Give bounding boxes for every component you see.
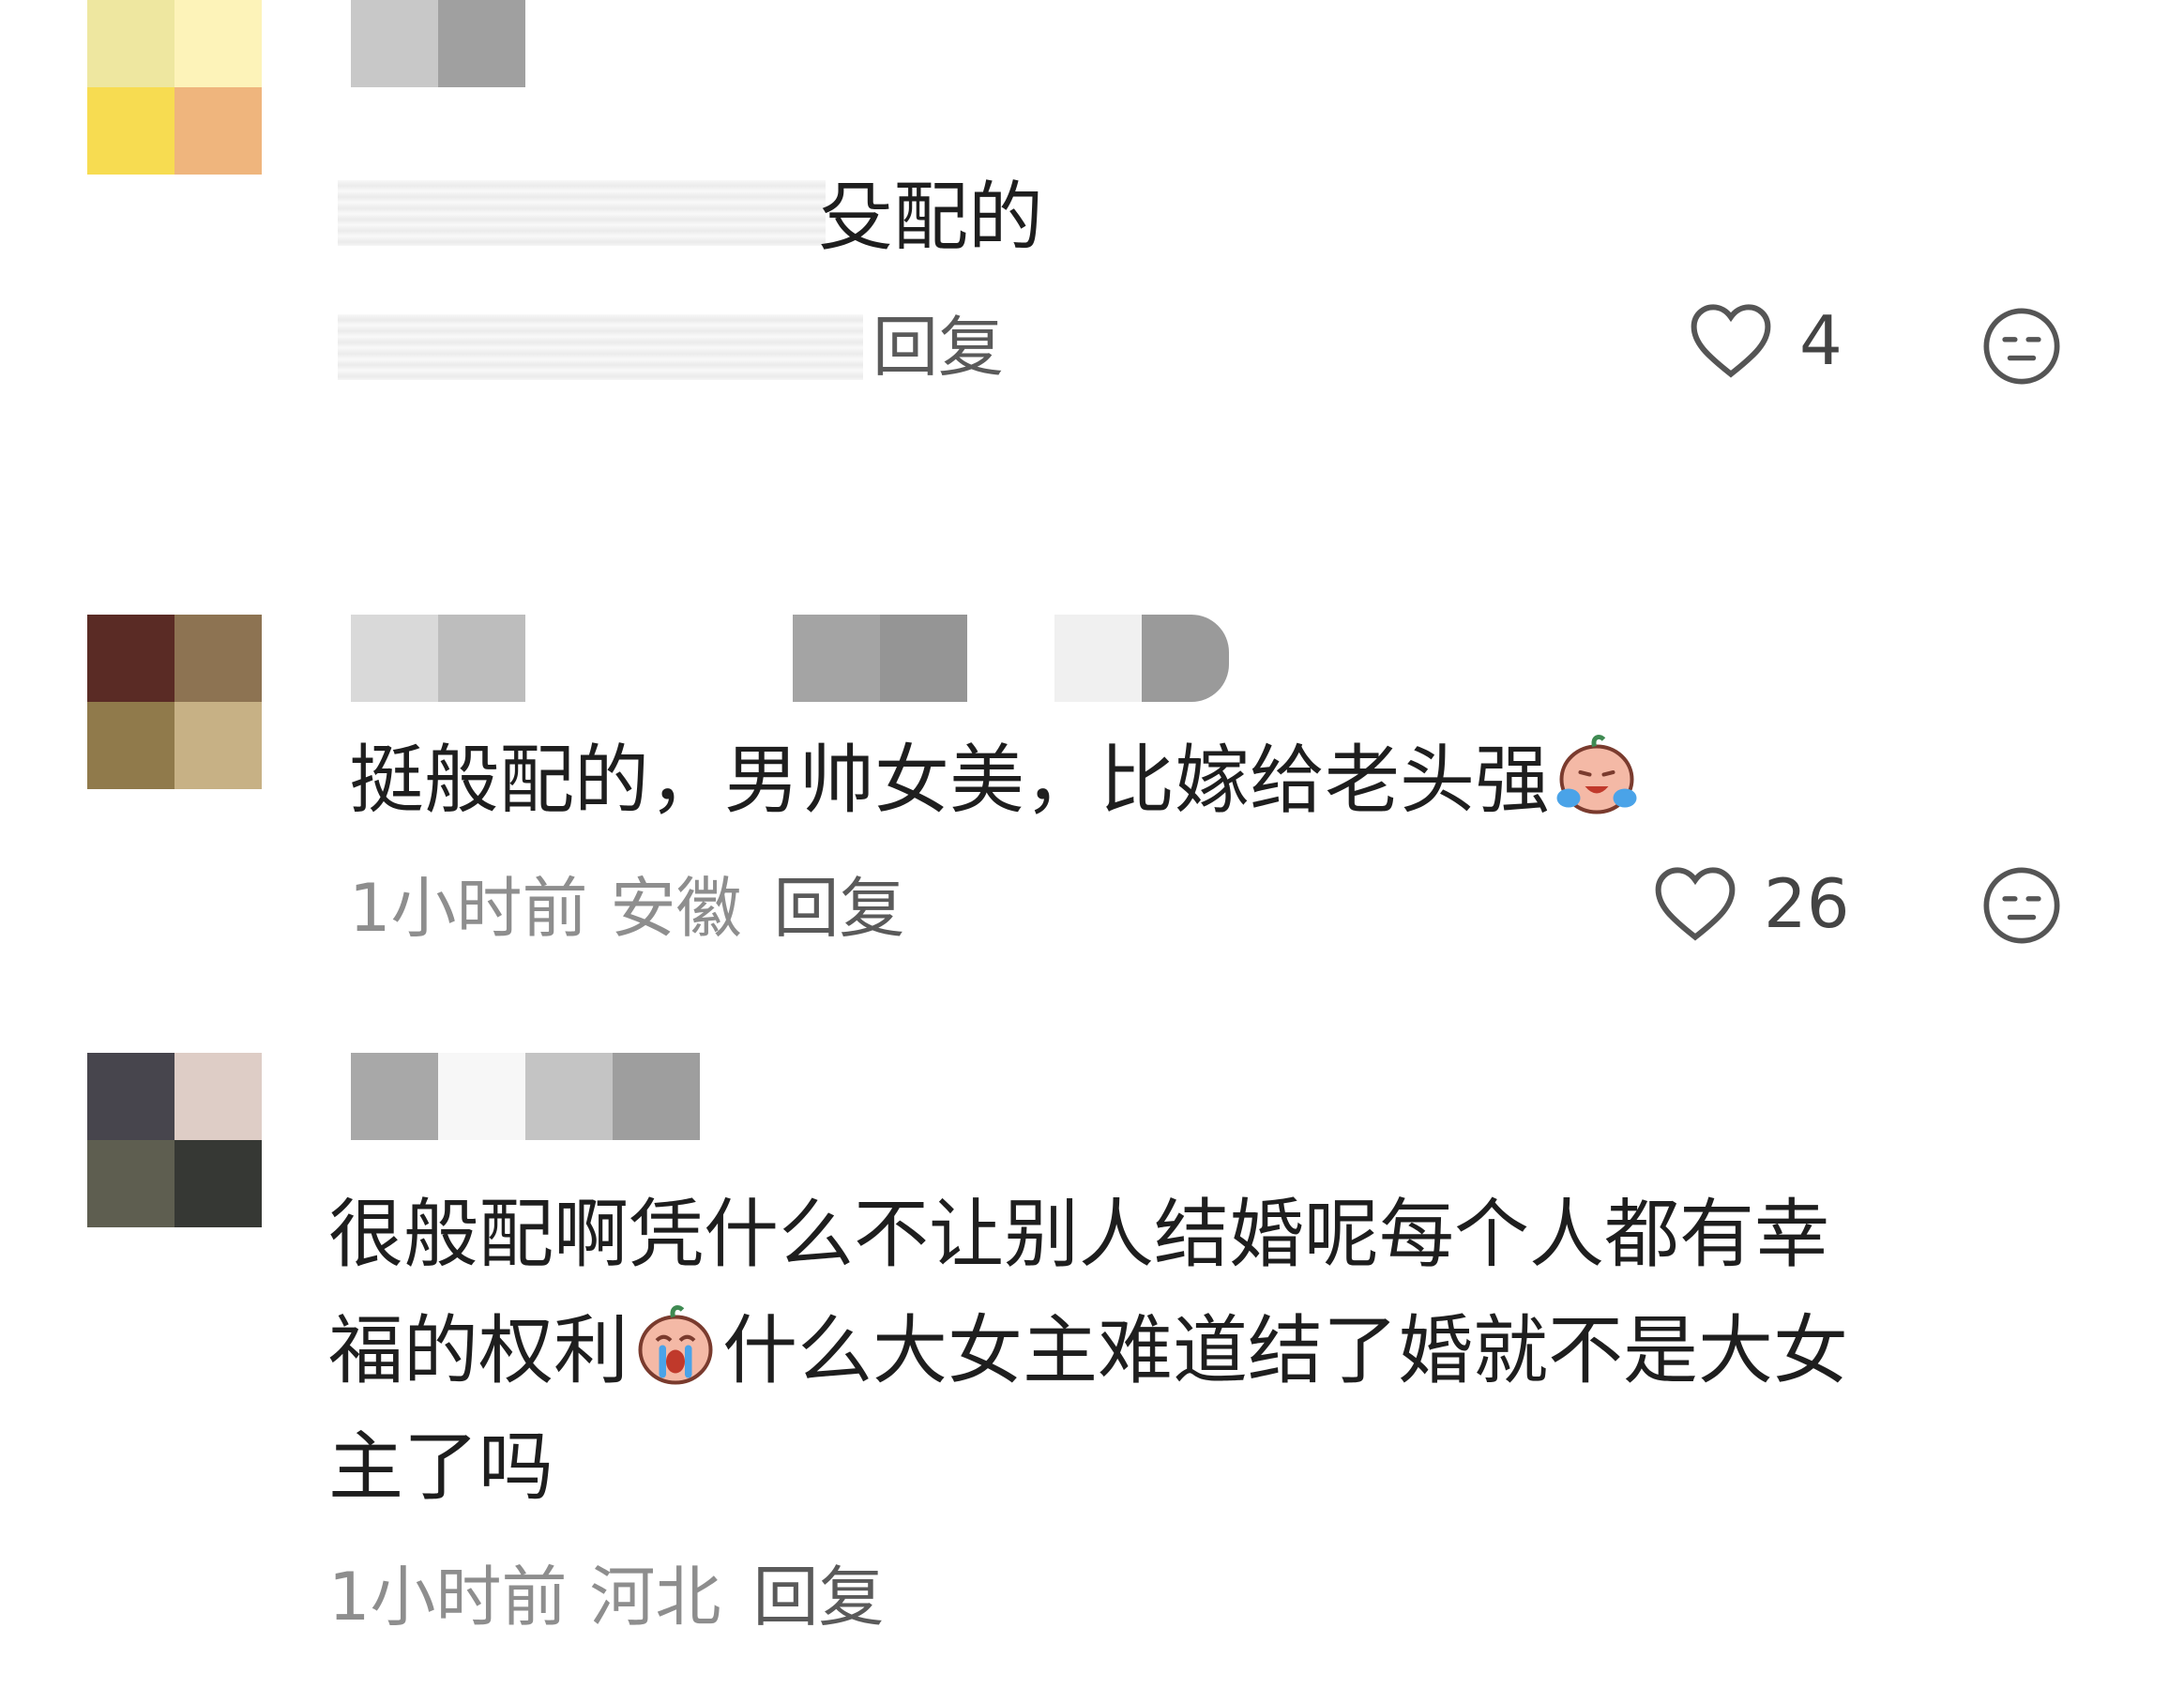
avatar-pixel	[87, 87, 174, 175]
name-pixel	[525, 615, 793, 702]
blurred-text	[338, 180, 826, 246]
comment-line: 很般配啊凭什么不让别人结婚呢每个人都有幸	[328, 1191, 1829, 1278]
neutral-face-icon[interactable]	[1981, 865, 2062, 946]
comment-segment: 什么大女主难道结了婚就不是大女	[722, 1307, 1848, 1394]
reply-link[interactable]: 回复	[872, 310, 1004, 385]
username-mosaic[interactable]	[351, 1053, 700, 1140]
neutral-face-icon[interactable]	[1981, 306, 2062, 387]
comment-text: 殳配的	[818, 174, 1043, 261]
name-pixel	[438, 0, 525, 87]
name-pixel	[525, 1053, 613, 1140]
avatar-pixel	[174, 87, 262, 175]
like-count: 26	[1764, 864, 1850, 943]
crying-emoji	[638, 1305, 713, 1385]
comment-segment: 福的权利	[328, 1307, 629, 1394]
blurred-meta	[338, 314, 863, 380]
name-pixel	[438, 615, 525, 702]
avatar[interactable]	[87, 1053, 262, 1227]
heart-outline-icon	[1691, 304, 1771, 378]
comment-text: 挺般配的，男帅女美，比嫁给老头强	[349, 723, 1644, 839]
name-pixel	[880, 615, 967, 702]
name-pixel	[438, 1053, 525, 1140]
avatar-pixel	[87, 1140, 174, 1227]
avatar-pixel	[174, 1140, 262, 1227]
avatar[interactable]	[87, 615, 262, 789]
like-button[interactable]: 4	[1689, 300, 1843, 381]
reply-button[interactable]: 回复	[753, 1559, 885, 1636]
username-mosaic[interactable]	[351, 0, 525, 87]
comment-location: 安徽	[610, 870, 742, 947]
comment-body: 挺般配的，男帅女美，比嫁给老头强	[349, 737, 1550, 824]
comment-line: 主了吗	[328, 1423, 554, 1511]
heart-outline-icon	[1655, 867, 1736, 941]
avatar-pixel	[87, 1053, 174, 1140]
avatar[interactable]	[87, 0, 262, 175]
comment-meta: 1小时前 河北 回复	[328, 1560, 885, 1635]
name-pixel	[351, 615, 438, 702]
like-count: 4	[1799, 301, 1843, 380]
comment-meta: 1小时前 安徽 回复	[349, 871, 905, 946]
username-mosaic[interactable]	[351, 615, 1229, 702]
name-pixel	[613, 1053, 700, 1140]
laughing-crying-emoji	[1556, 735, 1637, 814]
avatar-pixel	[174, 1053, 262, 1140]
avatar-pixel	[174, 0, 262, 87]
name-pixel	[967, 615, 1054, 702]
name-pixel	[1142, 615, 1229, 702]
like-button[interactable]: 26	[1653, 863, 1850, 944]
comment-time: 1小时前	[328, 1559, 568, 1636]
avatar-pixel	[174, 702, 262, 789]
reply-button[interactable]: 回复	[774, 870, 905, 947]
reply-label[interactable]: 回复	[872, 309, 1004, 386]
avatar-pixel	[87, 615, 174, 702]
avatar-pixel	[87, 0, 174, 87]
name-pixel	[351, 1053, 438, 1140]
avatar-pixel	[87, 702, 174, 789]
name-pixel	[793, 615, 880, 702]
comment-time: 1小时前	[349, 870, 588, 947]
comment-location: 河北	[589, 1559, 721, 1636]
name-pixel	[351, 0, 438, 87]
comment-line: 福的权利 什么大女主难道结了婚就不是大女	[328, 1293, 1848, 1409]
name-pixel	[1054, 615, 1142, 702]
avatar-pixel	[174, 615, 262, 702]
